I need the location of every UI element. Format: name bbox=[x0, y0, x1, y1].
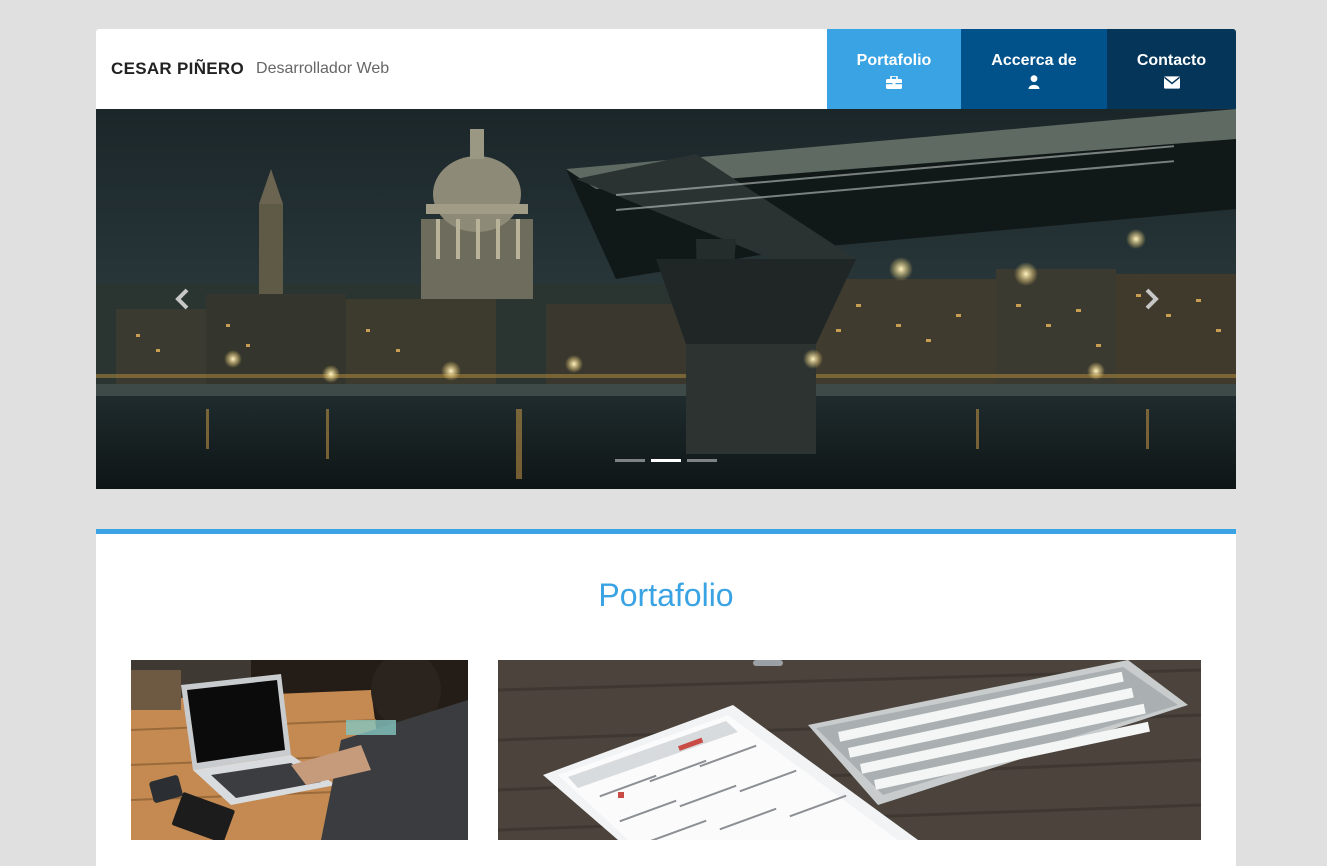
portfolio-item-tablet-image bbox=[498, 660, 1201, 840]
main-nav: Portafolio Accerca de Contacto bbox=[827, 29, 1236, 109]
brand[interactable]: CESAR PIÑERO Desarrollador Web bbox=[96, 29, 827, 109]
portfolio-item-laptop-image bbox=[131, 660, 468, 840]
nav-contacto[interactable]: Contacto bbox=[1107, 29, 1236, 109]
carousel-slide-image bbox=[96, 109, 1236, 489]
site-header: CESAR PIÑERO Desarrollador Web Portafoli… bbox=[96, 29, 1236, 109]
briefcase-icon bbox=[886, 75, 902, 89]
nav-accerca-de[interactable]: Accerca de bbox=[961, 29, 1107, 109]
carousel-indicator-2[interactable] bbox=[651, 459, 681, 462]
carousel-prev-button[interactable] bbox=[171, 287, 195, 311]
carousel-indicators bbox=[615, 459, 717, 462]
hero-carousel[interactable] bbox=[96, 109, 1236, 489]
brand-name[interactable]: CESAR PIÑERO bbox=[111, 59, 244, 79]
brand-subtitle: Desarrollador Web bbox=[256, 60, 390, 77]
user-icon bbox=[1026, 75, 1042, 89]
nav-portafolio-label: Portafolio bbox=[856, 52, 932, 69]
chevron-left-icon bbox=[175, 288, 189, 310]
chevron-right-icon bbox=[1145, 288, 1159, 310]
nav-accerca-de-label: Accerca de bbox=[991, 52, 1077, 69]
portfolio-section: Portafolio bbox=[96, 529, 1236, 866]
portfolio-item-tablet[interactable] bbox=[498, 660, 1201, 840]
portfolio-title: Portafolio bbox=[598, 577, 734, 613]
envelope-icon bbox=[1163, 75, 1180, 89]
carousel-indicator-1[interactable] bbox=[615, 459, 645, 462]
portfolio-item-laptop[interactable] bbox=[131, 660, 468, 840]
nav-contacto-label: Contacto bbox=[1136, 52, 1207, 69]
carousel-indicator-3[interactable] bbox=[687, 459, 717, 462]
nav-portafolio[interactable]: Portafolio bbox=[827, 29, 961, 109]
carousel-next-button[interactable] bbox=[1139, 287, 1163, 311]
